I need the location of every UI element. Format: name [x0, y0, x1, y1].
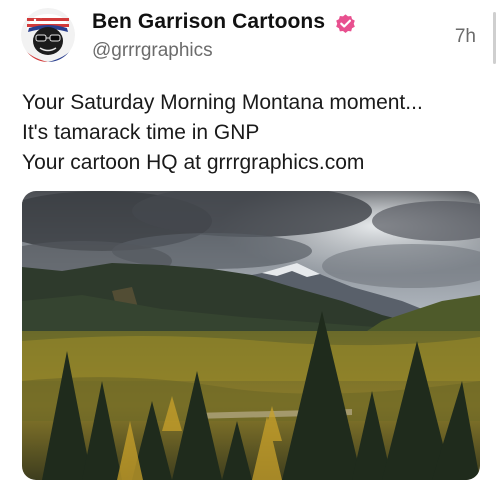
post-text-line: Your Saturday Morning Montana moment... [22, 91, 423, 114]
author-display-name[interactable]: Ben Garrison Cartoons [92, 10, 325, 34]
author-avatar[interactable] [21, 8, 75, 62]
post-photo[interactable] [22, 191, 480, 480]
post-body-text: Your Saturday Morning Montana moment... … [22, 88, 482, 178]
post-text-line: It's tamarack time in GNP [22, 121, 260, 144]
landscape-photo-icon [22, 191, 480, 480]
post-timestamp[interactable]: 7h [455, 26, 476, 48]
post-text-line: Your cartoon HQ at grrrgraphics.com [22, 151, 365, 174]
social-post: Ben Garrison Cartoons @grrrgraphics 7h Y… [0, 0, 500, 490]
verified-badge-icon [334, 12, 357, 35]
author-handle[interactable]: @grrrgraphics [92, 40, 213, 62]
scrollbar-thumb[interactable] [493, 12, 496, 64]
avatar-cartoon-face-icon [21, 8, 75, 62]
